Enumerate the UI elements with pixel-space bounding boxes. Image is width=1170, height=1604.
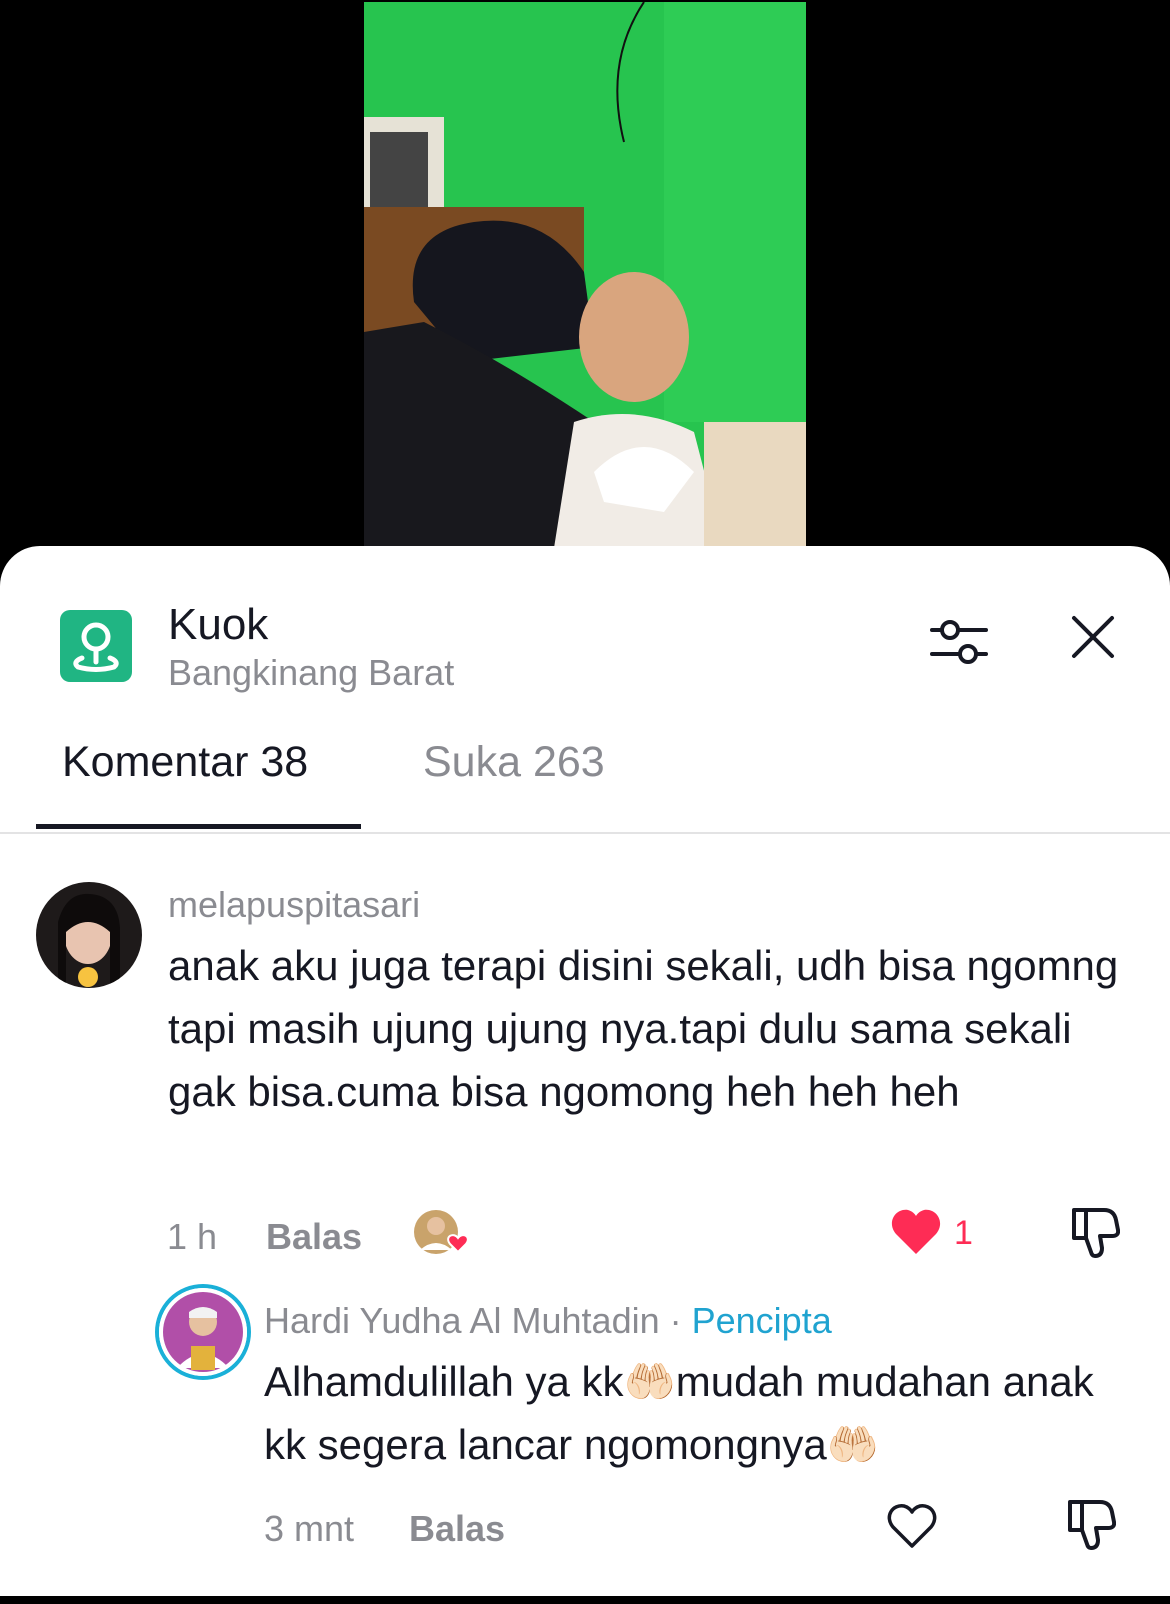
video-preview[interactable]: [0, 0, 1170, 560]
comment-item: melapuspitasari anak aku juga terapi dis…: [0, 846, 1170, 1266]
comment-time: 1 h: [167, 1216, 218, 1257]
creator-badge: Pencipta: [691, 1300, 832, 1341]
location-pin-icon: [60, 610, 132, 682]
sheet-header: Kuok Bangkinang Barat: [0, 546, 1170, 716]
active-tab-indicator: [36, 824, 361, 829]
reply-username[interactable]: Hardi Yudha Al Muhtadin: [264, 1300, 660, 1341]
comment-text: anak aku juga terapi disini sekali, udh …: [168, 942, 1119, 1115]
video-thumbnail: [364, 2, 806, 548]
location-subtitle: Bangkinang Barat: [168, 652, 455, 693]
tab-bar: Komentar 38 Suka 263: [0, 716, 1170, 834]
comment-text: Alhamdulillah ya kk🤲🏻mudah mudahan anak …: [264, 1358, 1094, 1468]
reply-button[interactable]: Balas: [409, 1508, 505, 1550]
comments-sheet: Kuok Bangkinang Barat Komentar 38 Suka 2…: [0, 546, 1170, 1596]
dislike-icon[interactable]: [1070, 1206, 1121, 1258]
reply-comment-item: Hardi Yudha Al Muhtadin · Pencipta Alham…: [0, 1284, 1170, 1604]
creator-liked-icon: [412, 1208, 470, 1260]
like-count: 1: [954, 1214, 973, 1252]
tab-comments[interactable]: Komentar 38: [62, 738, 308, 787]
location-title[interactable]: Kuok: [168, 600, 268, 650]
creator-avatar[interactable]: [155, 1284, 251, 1380]
username-separator: ·: [659, 1300, 692, 1341]
filter-icon[interactable]: [930, 614, 988, 672]
tab-likes[interactable]: Suka 263: [423, 738, 605, 787]
close-icon[interactable]: [1070, 614, 1116, 660]
heart-outline-icon[interactable]: [886, 1502, 938, 1550]
comment-username: Hardi Yudha Al Muhtadin · Pencipta: [264, 1300, 832, 1342]
comment-time: 3 mnt: [264, 1508, 355, 1549]
avatar[interactable]: [36, 882, 142, 988]
comment-username[interactable]: melapuspitasari: [168, 884, 420, 926]
reply-button[interactable]: Balas: [266, 1216, 362, 1258]
dislike-icon[interactable]: [1066, 1498, 1117, 1550]
heart-filled-icon[interactable]: [890, 1208, 942, 1256]
